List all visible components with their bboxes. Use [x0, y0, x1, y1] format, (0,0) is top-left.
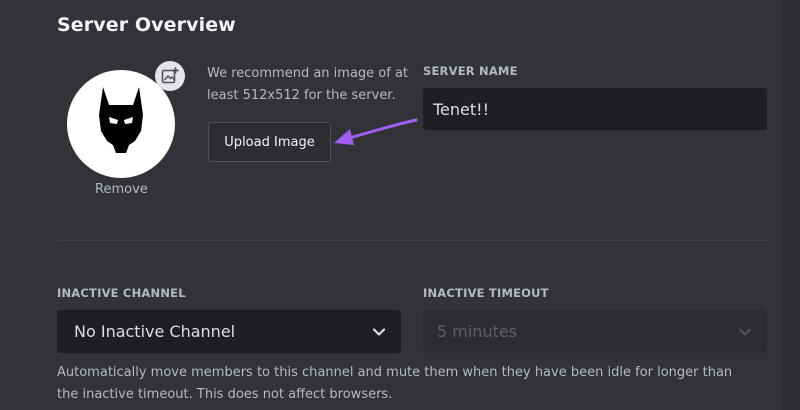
inactive-timeout-select[interactable]: 5 minutes: [423, 310, 767, 353]
inactive-channel-value: No Inactive Channel: [74, 322, 236, 341]
inactive-channel-label: INACTIVE CHANNEL: [57, 286, 186, 300]
inactive-help-text: Automatically move members to this chann…: [57, 365, 733, 402]
image-recommendation-text: We recommend an image of at least 512x51…: [207, 66, 409, 103]
server-name-input[interactable]: Tenet!!: [423, 88, 767, 130]
add-image-icon: [161, 67, 179, 84]
page-title: Server Overview: [57, 14, 236, 36]
section-divider: [57, 240, 768, 241]
chevron-down-icon: [738, 327, 752, 336]
server-name-label: SERVER NAME: [423, 64, 518, 78]
inactive-timeout-label: INACTIVE TIMEOUT: [423, 286, 549, 300]
batman-mask-icon: [99, 87, 143, 153]
add-image-badge[interactable]: [155, 61, 185, 91]
inactive-timeout-value: 5 minutes: [437, 322, 518, 341]
inactive-channel-select[interactable]: No Inactive Channel: [57, 310, 401, 353]
annotation-arrow-icon: [334, 118, 418, 145]
scrollbar-track[interactable]: [781, 0, 800, 410]
upload-image-button[interactable]: Upload Image: [208, 122, 331, 162]
chevron-down-icon: [372, 327, 386, 336]
remove-avatar-link[interactable]: Remove: [95, 182, 148, 197]
